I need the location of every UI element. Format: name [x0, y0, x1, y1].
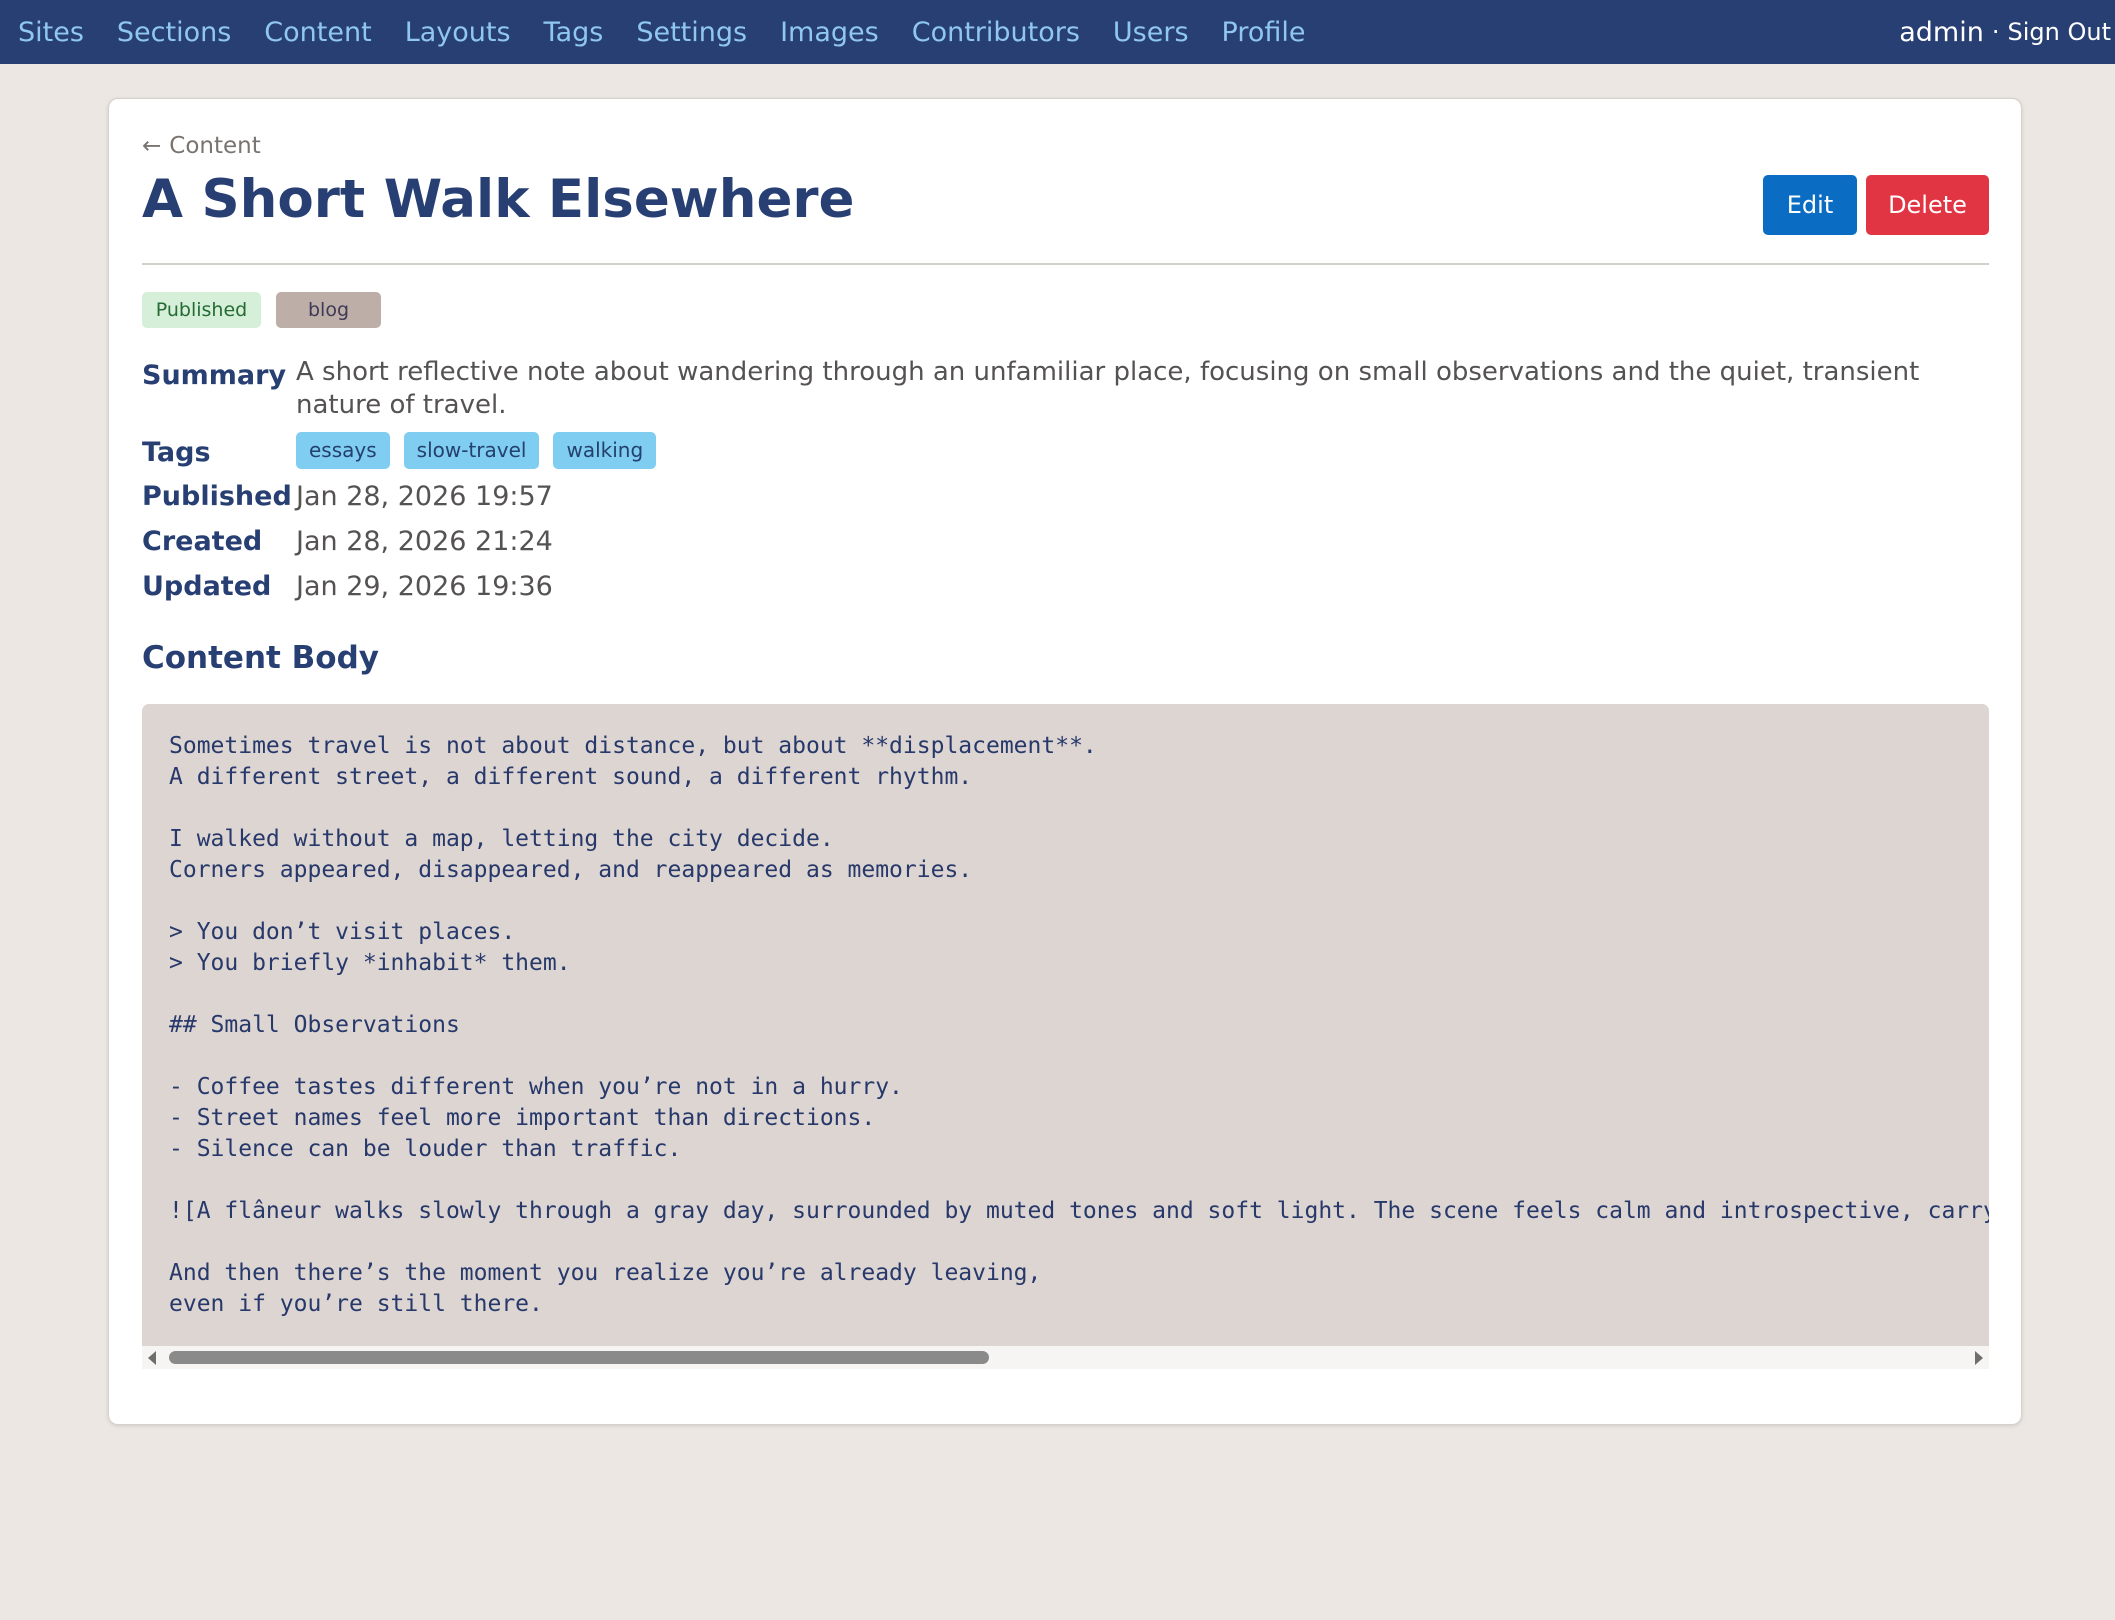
content-body-text: Sometimes travel is not about distance, … [169, 733, 1989, 1317]
published-label: Published [142, 481, 292, 512]
tag-slow-travel[interactable]: slow-travel [403, 432, 540, 469]
section-badge: blog [276, 292, 381, 328]
scroll-right-arrow-icon[interactable] [1975, 1351, 1983, 1365]
summary-value: A short reflective note about wandering … [296, 357, 1920, 420]
arrow-left-icon: ← [142, 133, 162, 159]
nav-user-area: admin · Sign Out [1899, 0, 2111, 64]
tags-list: essays slow-travel walking [296, 432, 670, 469]
current-user: admin [1899, 16, 1984, 48]
content-body-box[interactable]: Sometimes travel is not about distance, … [142, 704, 1989, 1369]
nav-link-users[interactable]: Users [1113, 17, 1189, 48]
created-date: Jan 28, 2026 21:24 [296, 526, 553, 557]
nav-link-sites[interactable]: Sites [18, 17, 84, 48]
tag-walking[interactable]: walking [553, 432, 657, 469]
page-title: A Short Walk Elsewhere [142, 169, 855, 230]
content-body-heading: Content Body [142, 640, 379, 676]
top-navigation: Sites Sections Content Layouts Tags Sett… [0, 0, 2115, 64]
nav-link-profile[interactable]: Profile [1222, 17, 1306, 48]
status-badge: Published [142, 292, 261, 328]
edit-button[interactable]: Edit [1763, 175, 1857, 235]
nav-link-images[interactable]: Images [780, 17, 879, 48]
tags-label: Tags [142, 437, 211, 468]
nav-link-tags[interactable]: Tags [544, 17, 604, 48]
tag-essays[interactable]: essays [296, 432, 390, 469]
nav-link-settings[interactable]: Settings [636, 17, 747, 48]
nav-separator: · [1991, 18, 2000, 46]
sign-out-link[interactable]: Sign Out [2008, 18, 2112, 46]
back-link-label: Content [169, 133, 261, 159]
back-to-content-link[interactable]: ← Content [142, 133, 261, 159]
nav-link-layouts[interactable]: Layouts [405, 17, 511, 48]
scroll-left-arrow-icon[interactable] [148, 1351, 156, 1365]
title-divider [142, 263, 1989, 265]
published-date: Jan 28, 2026 19:57 [296, 481, 553, 512]
nav-links: Sites Sections Content Layouts Tags Sett… [18, 17, 1338, 48]
updated-date: Jan 29, 2026 19:36 [296, 571, 553, 602]
delete-button[interactable]: Delete [1866, 175, 1989, 235]
updated-label: Updated [142, 571, 272, 602]
horizontal-scrollbar[interactable] [142, 1346, 1989, 1369]
summary-label: Summary [142, 360, 287, 391]
content-detail-card: ← Content A Short Walk Elsewhere Edit Del… [108, 98, 2022, 1425]
created-label: Created [142, 526, 263, 557]
scrollbar-thumb[interactable] [169, 1351, 989, 1364]
nav-link-contributors[interactable]: Contributors [912, 17, 1080, 48]
nav-link-sections[interactable]: Sections [117, 17, 231, 48]
nav-link-content[interactable]: Content [264, 17, 371, 48]
